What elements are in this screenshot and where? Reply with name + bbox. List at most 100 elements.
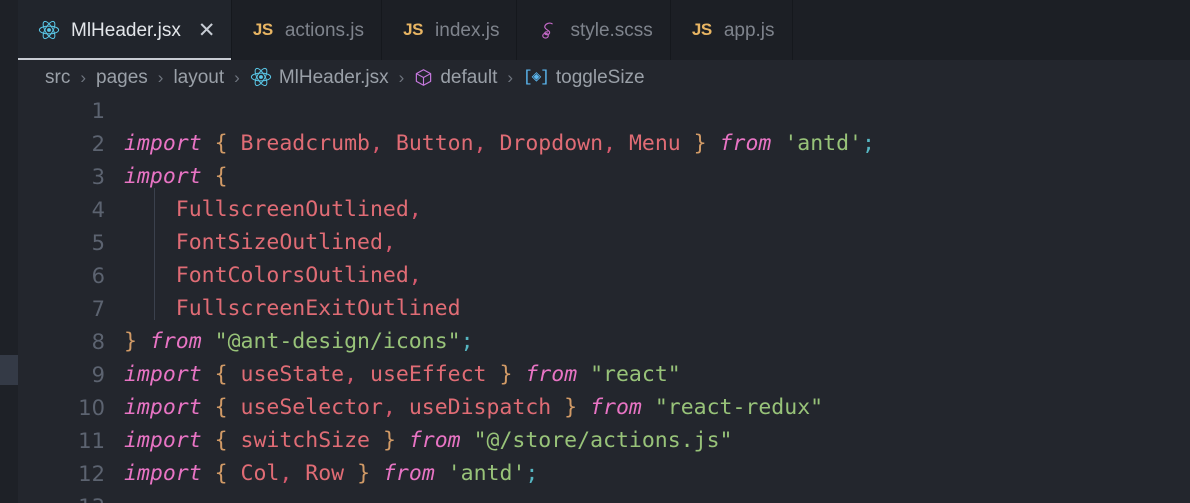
activity-bar-strip[interactable] — [0, 0, 18, 503]
js-icon: JS — [252, 20, 273, 39]
code-token: 'antd' — [447, 461, 526, 486]
code-token: ; — [460, 329, 474, 354]
code-line[interactable]: 5 FontSizeOutlined, — [18, 226, 875, 259]
breadcrumb-separator: › — [398, 67, 405, 87]
code-token: 'antd' — [784, 131, 862, 156]
code-line-content[interactable] — [124, 490, 875, 503]
code-line-content[interactable]: import { useState, useEffect } from "rea… — [124, 358, 875, 391]
code-line-content[interactable]: FontColorsOutlined, — [124, 259, 875, 292]
code-line-content[interactable]: import { Breadcrumb, Button, Dropdown, M… — [124, 127, 875, 160]
code-line[interactable]: 10 import { useSelector, useDispatch } fr… — [18, 391, 875, 424]
code-token: import — [124, 461, 202, 486]
code-token: , — [369, 131, 383, 156]
react-icon — [38, 20, 60, 40]
indent-guide — [154, 188, 155, 320]
code-line[interactable]: 9 import { useState, useEffect } from "re… — [18, 358, 875, 391]
code-line-content[interactable]: import { switchSize } from "@/store/acti… — [124, 424, 875, 457]
editor-tab-actions-js[interactable]: JS actions.js — [231, 0, 383, 60]
code-line-content[interactable]: import { — [124, 160, 875, 193]
editor-tab-style-scss[interactable]: style.scss — [517, 0, 671, 60]
breadcrumb-item-layout[interactable]: layout — [173, 68, 224, 87]
code-line[interactable]: 7 FullscreenExitOutlined — [18, 292, 875, 325]
code-token: from — [719, 131, 772, 156]
code-token: import — [124, 395, 202, 420]
activity-bar-highlight-marker — [0, 355, 18, 385]
editor-tab-index-js[interactable]: JS index.js — [382, 0, 518, 60]
code-line[interactable]: 3 import { — [18, 160, 875, 193]
code-token: Row — [305, 461, 345, 486]
breadcrumb-item-pages[interactable]: pages — [96, 68, 148, 87]
code-token: "react-redux" — [654, 395, 824, 420]
editor-tab-app-js[interactable]: JS app.js — [670, 0, 793, 60]
code-line[interactable]: 13 — [18, 490, 875, 503]
code-editor[interactable]: 1 2 import { Breadcrumb, Button, Dropdown,… — [18, 94, 1190, 503]
code-line[interactable]: 4 FullscreenOutlined, — [18, 193, 875, 226]
breadcrumb-separator: › — [507, 67, 514, 87]
code-token: import — [124, 164, 202, 189]
code-token: ; — [525, 461, 539, 486]
breadcrumb[interactable]: src › pages › layout › MlHeader.jsx › default › [◈… — [18, 60, 1190, 94]
code-token: } — [499, 362, 513, 387]
class-cube-icon — [416, 68, 432, 86]
close-icon[interactable]: ✕ — [198, 20, 216, 41]
code-token: import — [124, 428, 202, 453]
code-token: "react" — [590, 362, 681, 387]
code-line-content[interactable] — [124, 94, 875, 127]
code-line[interactable]: 12 import { Col, Row } from 'antd'; — [18, 457, 875, 490]
tab-label: MlHeader.jsx — [71, 19, 181, 41]
code-token: , — [408, 197, 422, 222]
breadcrumb-label: src — [45, 66, 71, 88]
code-token: { — [214, 395, 228, 420]
code-line[interactable]: 1 — [18, 94, 875, 127]
code-line-content[interactable]: } from "@ant-design/icons"; — [124, 325, 875, 358]
line-number: 12 — [78, 461, 105, 486]
breadcrumb-item-mlheader-jsx[interactable]: MlHeader.jsx — [250, 66, 389, 88]
code-line-content[interactable]: FontSizeOutlined, — [124, 226, 875, 259]
code-line-content[interactable]: FullscreenExitOutlined — [124, 292, 875, 325]
js-icon: JS — [403, 20, 423, 39]
breadcrumb-item-default[interactable]: default — [414, 68, 497, 87]
code-token: import — [124, 131, 202, 156]
code-token: } — [124, 329, 137, 354]
code-token: "@/store/actions.js" — [473, 428, 733, 453]
editor-tab-mlheader-jsx[interactable]: MlHeader.jsx ✕ — [18, 0, 232, 60]
code-token: Col — [240, 461, 280, 486]
code-token: "@ant-design/icons" — [214, 329, 461, 354]
code-line[interactable]: 8} from "@ant-design/icons"; — [18, 325, 875, 358]
code-line-content[interactable]: import { useSelector, useDispatch } from… — [124, 391, 875, 424]
code-token: from — [149, 329, 202, 354]
code-line[interactable]: 6 FontColorsOutlined, — [18, 259, 875, 292]
code-line[interactable]: 2 import { Breadcrumb, Button, Dropdown, … — [18, 127, 875, 160]
code-token: switchSize — [240, 428, 370, 453]
line-number: 6 — [91, 263, 105, 288]
code-line-content[interactable]: import { Col, Row } from 'antd'; — [124, 457, 875, 490]
code-line-content[interactable]: FullscreenOutlined, — [124, 193, 875, 226]
code-token: FullscreenOutlined — [175, 197, 409, 222]
code-line[interactable]: 11 import { switchSize } from "@/store/ac… — [18, 424, 875, 457]
breadcrumb-label: MlHeader.jsx — [278, 66, 389, 88]
breadcrumb-separator: › — [157, 67, 164, 87]
breadcrumb-item-togglesize[interactable]: [◈] toggleSize — [523, 68, 645, 87]
breadcrumb-item-src[interactable]: src — [45, 68, 70, 87]
code-token: import — [124, 362, 202, 387]
code-token: Dropdown — [499, 131, 604, 156]
tab-label: index.js — [435, 19, 500, 41]
js-icon: JS — [691, 20, 712, 39]
method-icon: [◈] — [523, 68, 550, 86]
line-number: 8 — [91, 329, 105, 354]
